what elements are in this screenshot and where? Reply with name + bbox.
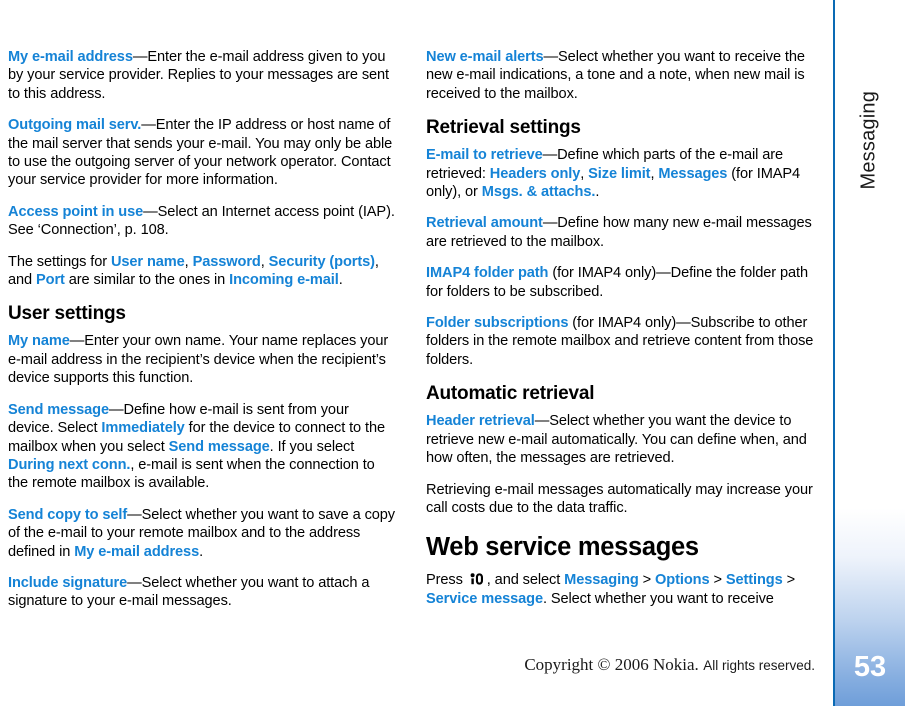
keyword-term: Folder subscriptions	[426, 315, 569, 332]
body-text: >	[782, 572, 796, 589]
keyword-term: Immediately	[101, 420, 185, 437]
paragraph-include-signature: Include signature—Select whether you wan…	[8, 574, 398, 611]
section-heading-retrieval-settings: Retrieval settings	[426, 117, 581, 139]
keyword-term: During next conn.	[8, 456, 131, 473]
keyword-term: Options	[655, 572, 710, 589]
paragraph-send-copy-to-self: Send copy to self—Select whether you wan…	[8, 506, 398, 561]
paragraph-send-message: Send message—Define how e-mail is sent f…	[8, 401, 398, 493]
section-heading-web-service-messages: Web service messages	[426, 533, 699, 562]
keyword-term: My name	[8, 333, 70, 350]
paragraph-imap4-folder-path: IMAP4 folder path (for IMAP4 only)—Defin…	[426, 264, 816, 301]
chapter-label: Messaging	[857, 90, 880, 190]
keyword-term: Include signature	[8, 574, 128, 591]
copyright-notice: Copyright © 2006 Nokia.	[524, 655, 699, 674]
paragraph-press-menu-key: Press , and select Messaging > Options >…	[426, 571, 816, 608]
keyword-term: Headers only	[489, 165, 581, 182]
page-number: 53	[853, 651, 887, 683]
paragraph-my-email-address: My e-mail address—Enter the e-mail addre…	[8, 48, 398, 103]
paragraph-my-name: My name—Enter your own name. Your name r…	[8, 332, 398, 387]
keyword-term: Incoming e-mail	[229, 272, 339, 289]
keyword-term: E-mail to retrieve	[426, 147, 543, 164]
paragraph-settings-similar: The settings for User name, Password, Se…	[8, 253, 398, 290]
section-heading-automatic-retrieval: Automatic retrieval	[426, 383, 595, 405]
paragraph-header-retrieval: Header retrieval—Select whether you want…	[426, 412, 816, 467]
keyword-term: Outgoing mail serv.	[8, 117, 142, 134]
keyword-term: Access point in use	[8, 203, 144, 220]
keyword-term: Header retrieval	[426, 413, 535, 430]
keyword-term: Send message	[8, 401, 110, 418]
body-text: Retrieving e-mail messages automatically…	[426, 481, 813, 516]
body-text: ,	[580, 165, 589, 182]
chapter-tab: Messaging 53	[835, 0, 905, 706]
page-footer: Copyright © 2006 Nokia. All rights reser…	[0, 655, 833, 675]
body-text: are similar to the ones in	[64, 272, 230, 289]
keyword-term: Service message	[426, 590, 543, 607]
content-columns: My e-mail address—Enter the e-mail addre…	[0, 48, 833, 648]
body-text: , and select	[486, 572, 565, 589]
paragraph-retrieving-costs: Retrieving e-mail messages automatically…	[426, 481, 816, 518]
keyword-term: New e-mail alerts	[426, 49, 544, 65]
keyword-term: Retrieval amount	[426, 215, 543, 232]
paragraph-folder-subscriptions: Folder subscriptions (for IMAP4 only)—Su…	[426, 314, 816, 369]
keyword-term: IMAP4 folder path	[426, 265, 549, 282]
paragraph-outgoing-mail-serv: Outgoing mail serv.—Enter the IP address…	[8, 116, 398, 190]
right-text-column: New e-mail alerts—Select whether you wan…	[426, 48, 816, 648]
body-text: ,	[184, 253, 193, 270]
rights-reserved-notice: All rights reserved.	[703, 658, 815, 673]
paragraph-new-email-alerts: New e-mail alerts—Select whether you wan…	[426, 48, 816, 103]
keyword-term: My e-mail address	[74, 543, 200, 560]
keyword-term: Send copy to self	[8, 506, 128, 523]
keyword-term: Size limit	[588, 165, 651, 182]
body-text: >	[709, 572, 726, 589]
body-text: .	[338, 272, 343, 289]
menu-key-icon	[470, 572, 484, 586]
left-text-column: My e-mail address—Enter the e-mail addre…	[8, 48, 398, 648]
user-guide-page: My e-mail address—Enter the e-mail addre…	[0, 0, 905, 706]
body-text: .	[595, 184, 600, 201]
body-text: ,	[260, 253, 269, 270]
body-text: Press	[426, 572, 467, 589]
keyword-term: Msgs. & attachs.	[481, 184, 596, 201]
body-text: . If you select	[269, 438, 355, 455]
body-text: . Select whether you want to receive	[542, 590, 774, 607]
section-heading-user-settings: User settings	[8, 303, 126, 325]
keyword-term: Messages	[658, 165, 728, 182]
body-text: The settings for	[8, 253, 111, 270]
keyword-term: Password	[192, 253, 261, 270]
paragraph-access-point-in-use: Access point in use—Select an Internet a…	[8, 203, 398, 240]
keyword-term: My e-mail address	[8, 49, 133, 65]
body-text: .	[199, 543, 204, 560]
body-text: >	[638, 572, 656, 589]
paragraph-email-to-retrieve: E-mail to retrieve—Define which parts of…	[426, 146, 816, 201]
keyword-term: Settings	[725, 572, 783, 589]
paragraph-retrieval-amount: Retrieval amount—Define how many new e-m…	[426, 214, 816, 251]
keyword-term: Messaging	[564, 572, 639, 589]
keyword-term: Port	[36, 272, 65, 289]
keyword-term: Send message	[168, 438, 270, 455]
keyword-term: Security (ports)	[268, 253, 375, 270]
keyword-term: User name	[110, 253, 185, 270]
